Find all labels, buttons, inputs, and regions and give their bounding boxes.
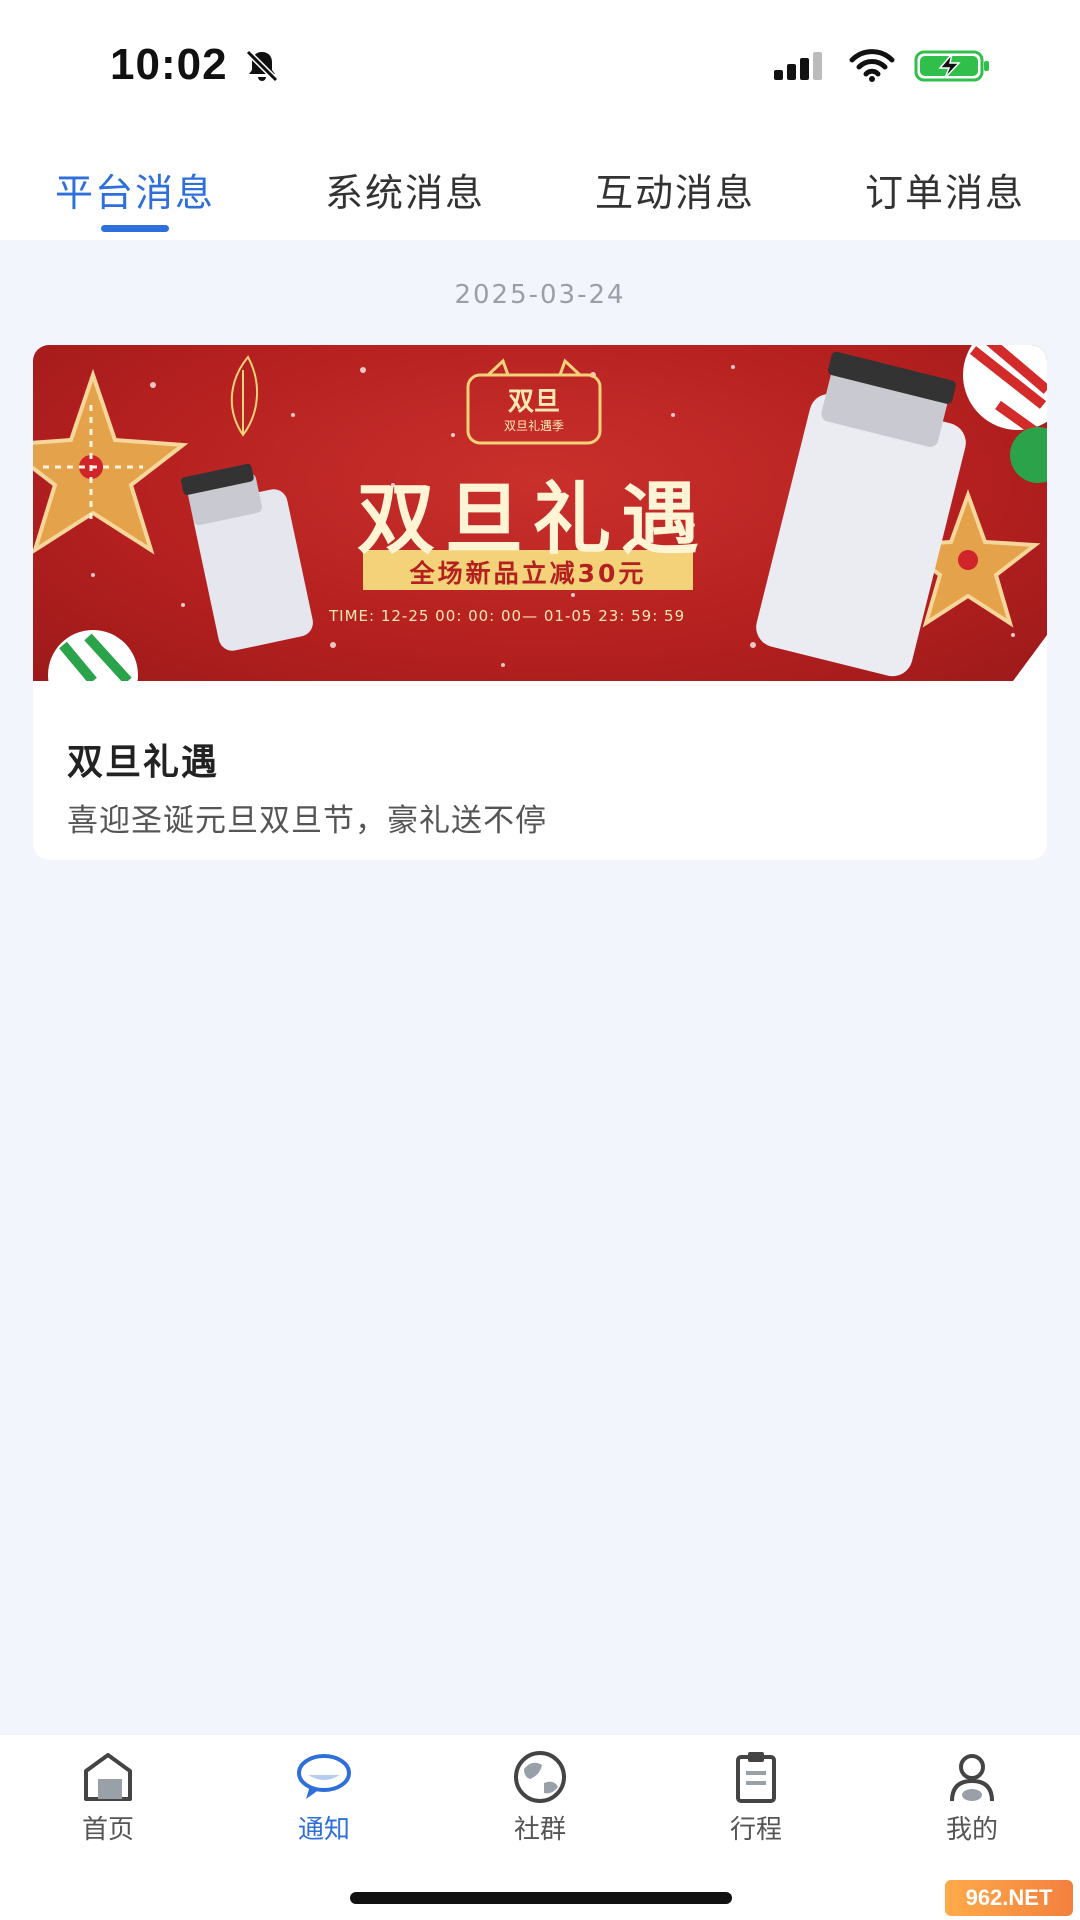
small-bottle	[181, 463, 313, 651]
large-bottle	[756, 351, 966, 677]
clipboard-icon	[736, 1752, 776, 1803]
card-title: 双旦礼遇	[67, 742, 220, 783]
chat-bubble-icon	[297, 1754, 351, 1799]
tab-label: 互动消息	[594, 171, 755, 215]
nav-label: 行程	[729, 1815, 782, 1845]
wifi-icon	[849, 49, 895, 82]
gingerbread-star-left	[33, 368, 189, 555]
message-date: 2025-03-24	[454, 280, 626, 310]
bell-off-icon	[245, 49, 279, 83]
tab-order-messages[interactable]: 订单消息	[810, 130, 1080, 240]
nav-label: 社群	[513, 1815, 566, 1845]
active-tab-indicator	[101, 225, 169, 232]
person-icon	[950, 1754, 994, 1802]
tab-label: 平台消息	[54, 171, 215, 215]
nav-label: 首页	[81, 1815, 134, 1845]
promo-banner[interactable]: 双旦 双旦礼遇季 双旦礼遇 全场新品立减30元 TIME: 12-25 00: …	[33, 345, 1047, 681]
nav-label: 我的	[945, 1815, 998, 1845]
home-icon	[84, 1753, 132, 1801]
banner-time-text: TIME: 12-25 00: 00: 00— 01-05 23: 59: 59	[329, 607, 686, 625]
status-bar: 10:02	[0, 0, 1080, 130]
tab-system-messages[interactable]: 系统消息	[270, 130, 540, 240]
tab-label: 系统消息	[324, 171, 485, 215]
nav-item-home[interactable]: 首页	[0, 1735, 216, 1920]
watermark-logo: 962.NET	[945, 1880, 1073, 1916]
banner-headline: 双旦礼遇	[356, 475, 709, 565]
banner-promo-text: 全场新品立减30元	[409, 559, 647, 588]
status-time: 10:02	[110, 40, 228, 89]
tab-label: 订单消息	[864, 171, 1025, 215]
card-description: 喜迎圣诞元旦双旦节，豪礼送不停	[67, 803, 547, 839]
banner-logo-subtext: 双旦礼遇季	[503, 419, 564, 433]
tab-platform-messages[interactable]: 平台消息	[0, 130, 270, 240]
signal-icon	[774, 52, 822, 80]
tab-interaction-messages[interactable]: 互动消息	[540, 130, 810, 240]
battery-charging-icon	[914, 50, 989, 82]
feather-decoration	[230, 355, 259, 437]
home-indicator[interactable]	[350, 1892, 732, 1904]
banner-logo-text: 双旦	[507, 387, 560, 417]
globe-icon	[514, 1751, 566, 1803]
message-card[interactable]: 双旦 双旦礼遇季 双旦礼遇 全场新品立减30元 TIME: 12-25 00: …	[33, 345, 1047, 860]
nav-label: 通知	[297, 1815, 350, 1845]
message-tabs: 平台消息 系统消息 互动消息 订单消息	[0, 130, 1080, 240]
